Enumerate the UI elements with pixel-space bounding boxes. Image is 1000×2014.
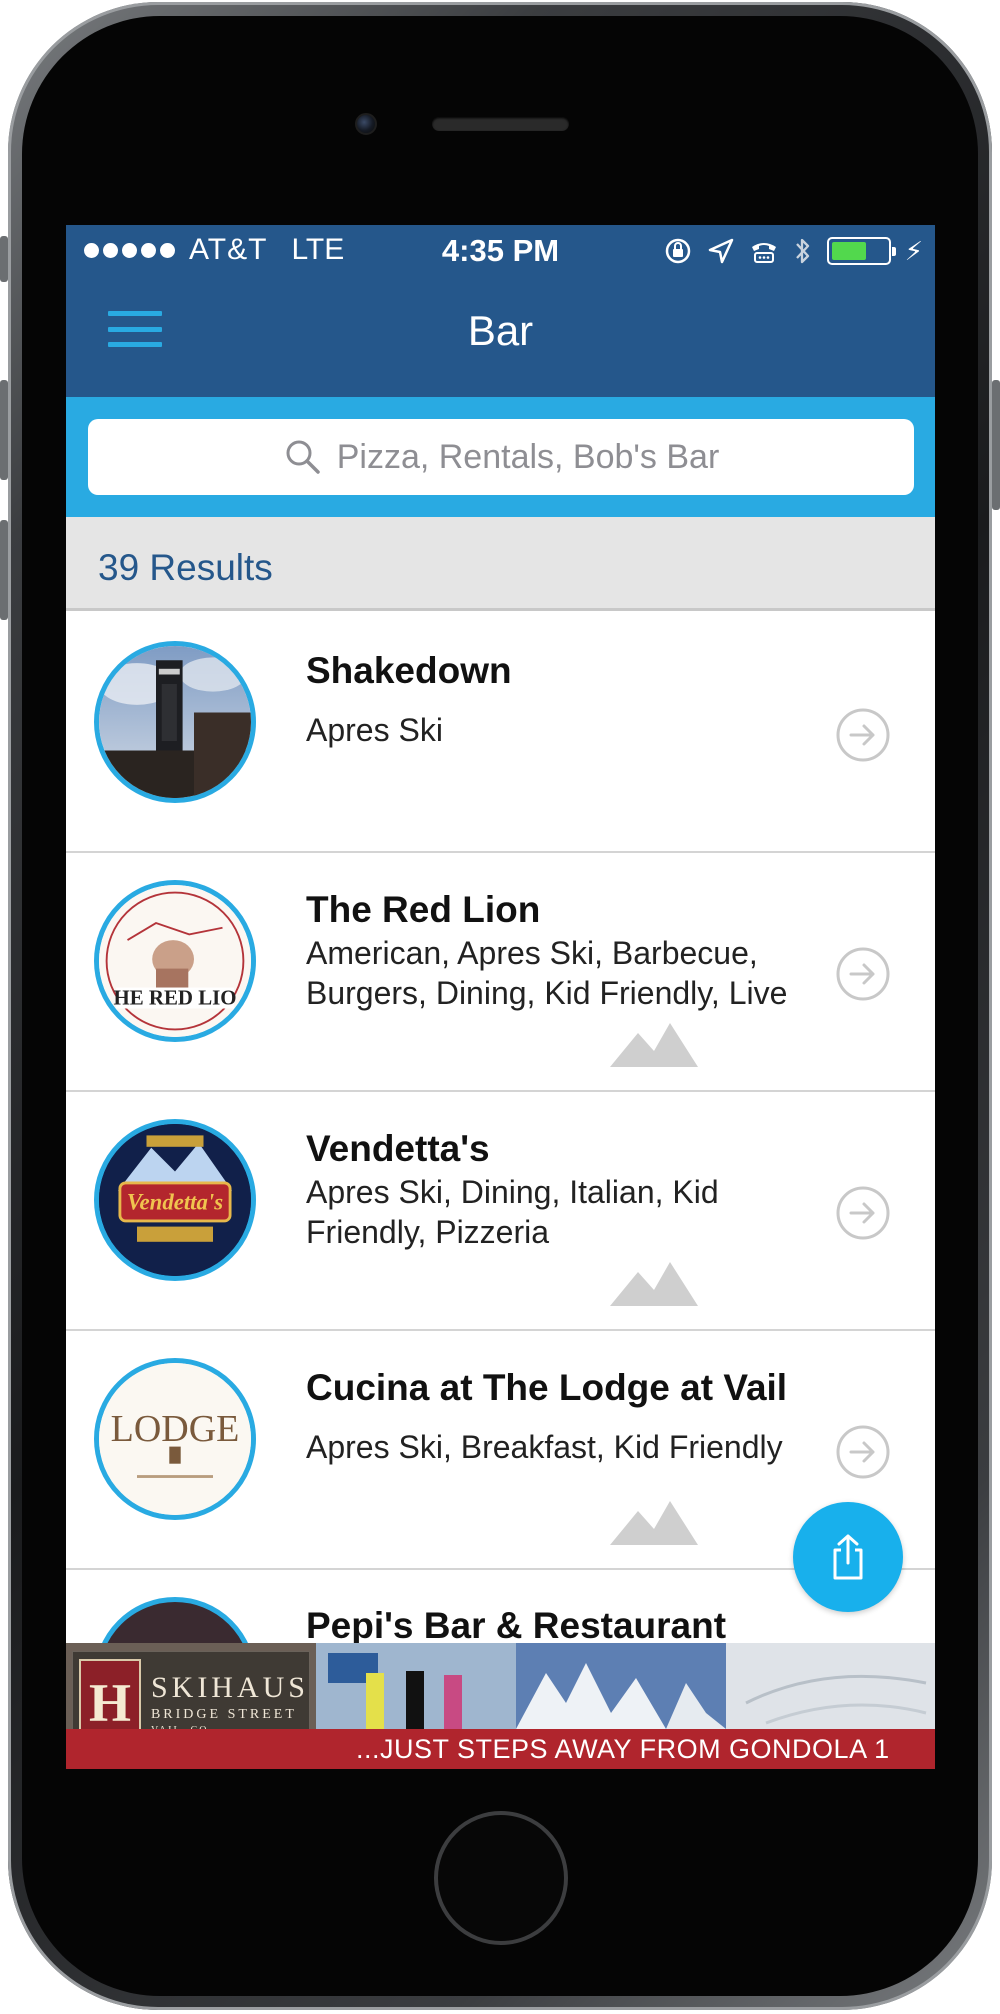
venue-logo: Vendetta's [94,1119,256,1281]
svg-text:LODGE: LODGE [111,1408,240,1450]
power-button [992,380,1000,510]
location-arrow-icon [708,238,733,264]
item-tags: Apres Ski, Breakfast, Kid Friendly [306,1429,783,1465]
status-bar: AT&T LTE 4:35 PM ⚡ [66,225,935,279]
mountain-icon [610,1501,698,1545]
share-icon [833,1534,863,1580]
rotation-lock-icon [665,238,690,264]
results-list: Shakedown Apres Ski HE RED LIO The Red L… [66,614,935,1570]
search-input[interactable]: Pizza, Rentals, Bob's Bar [88,419,914,495]
earpiece-speaker [432,117,569,131]
list-item[interactable]: Vendetta's Vendetta's Apres Ski, Dining,… [66,1092,935,1331]
charging-bolt-icon: ⚡ [904,236,923,266]
ad-brand-name: SKIHAUS [150,1670,309,1704]
results-count: 39 Results [98,547,273,588]
search-band: Pizza, Rentals, Bob's Bar [66,397,935,517]
venue-logo: LODGE [94,1358,256,1520]
arrow-right-circle-icon[interactable] [835,707,891,763]
ad-brand-sub: BRIDGE STREET [150,1706,297,1722]
mountain-icon [610,1262,698,1306]
ad-tagline-bar: ...JUST STEPS AWAY FROM GONDOLA 1 [66,1729,935,1769]
search-placeholder: Pizza, Rentals, Bob's Bar [336,437,720,476]
search-icon [286,440,320,474]
item-tags: Apres Ski [306,712,443,748]
item-tags: Apres Ski, Dining, Italian, Kid Friendly… [306,1174,719,1250]
svg-text:Vendetta's: Vendetta's [127,1190,223,1215]
venue-photo [94,641,256,803]
mute-switch [0,236,8,282]
volume-down-button [0,520,8,620]
tty-icon [751,243,776,263]
navigation-bar: Bar [66,279,935,397]
bluetooth-icon [795,238,809,264]
front-camera [355,113,377,135]
item-tags: American, Apres Ski, Barbecue, Burgers, … [306,935,788,1011]
arrow-right-circle-icon[interactable] [835,946,891,1002]
battery-icon [826,237,896,265]
page-title: Bar [467,307,534,354]
item-title: Shakedown [306,650,512,691]
ad-banner[interactable]: H SKIHAUS BRIDGE STREET VAIL, CO ...JUST… [66,1643,935,1769]
ad-tagline: ...JUST STEPS AWAY FROM GONDOLA 1 [356,1734,890,1764]
share-button[interactable] [793,1502,903,1612]
ad-brand: SKIHAUS BRIDGE STREET VAIL, CO [151,1671,309,1736]
status-right: ⚡ [663,235,923,267]
volume-up-button [0,380,8,480]
results-header: 39 Results [66,517,935,611]
list-item[interactable]: HE RED LIO The Red Lion American, Apres … [66,853,935,1092]
list-item[interactable]: Shakedown Apres Ski [66,614,935,853]
home-button[interactable] [434,1811,568,1945]
arrow-right-circle-icon[interactable] [835,1424,891,1480]
item-title: Cucina at The Lodge at Vail [306,1367,788,1408]
app-screen: AT&T LTE 4:35 PM ⚡ Bar Pizza, Rentals, B… [66,225,935,1769]
svg-text:HE RED LIO: HE RED LIO [113,986,236,1010]
venue-logo: HE RED LIO [94,880,256,1042]
item-title: Vendetta's [306,1128,490,1169]
mountain-icon [610,1023,698,1067]
arrow-right-circle-icon[interactable] [835,1185,891,1241]
item-title: The Red Lion [306,889,541,930]
item-title[interactable]: Pepi's Bar & Restaurant [306,1605,726,1647]
